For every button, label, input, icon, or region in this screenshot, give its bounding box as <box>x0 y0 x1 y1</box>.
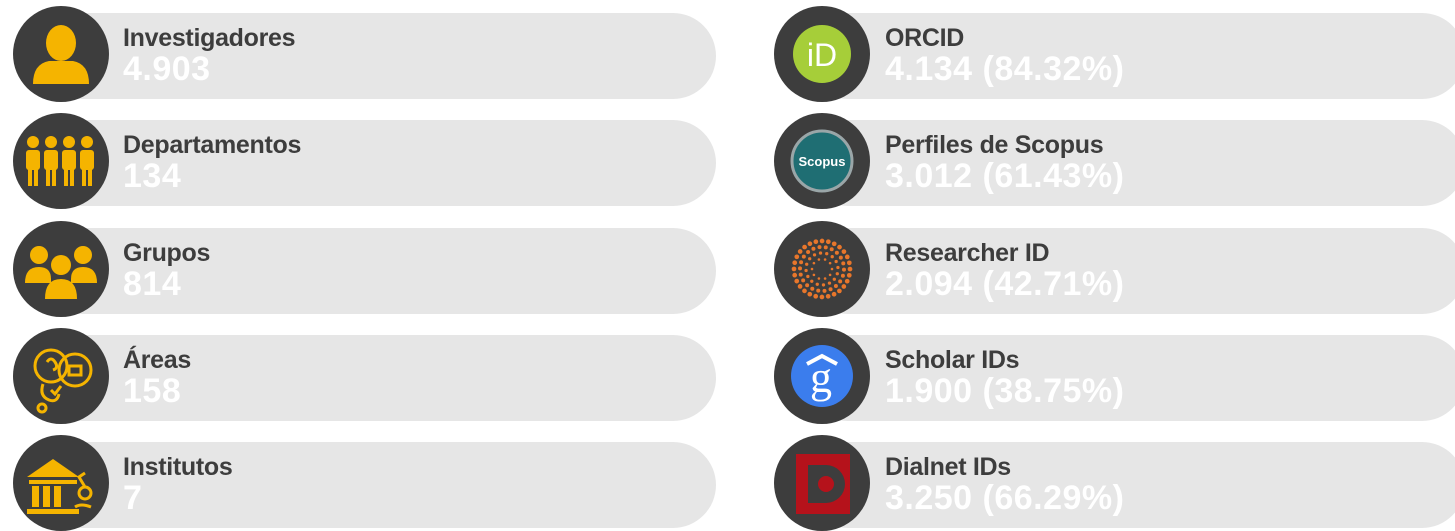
stat-title: Scholar IDs <box>885 346 1020 374</box>
stat-title: Investigadores <box>123 24 296 52</box>
stat-value: 158 <box>123 372 182 410</box>
institute-building-icon <box>13 435 109 531</box>
researcher-id-icon <box>774 221 870 317</box>
stat-value: 2.094 (42.71%) <box>885 265 1125 303</box>
orcid-icon: iD <box>774 6 870 102</box>
scopus-icon: Scopus <box>774 113 870 209</box>
stat-value: 7 <box>123 479 143 517</box>
stat-value: 3.012 (61.43%) <box>885 157 1125 195</box>
stat-title: Departamentos <box>123 131 302 159</box>
stat-title: Áreas <box>123 346 191 374</box>
stat-value: 814 <box>123 265 182 303</box>
scopus-icon-text: Scopus <box>799 154 846 169</box>
stat-title: Researcher ID <box>885 239 1050 267</box>
stat-title: Institutos <box>123 453 233 481</box>
dialnet-icon <box>774 435 870 531</box>
stat-value: 1.900 (38.75%) <box>885 372 1125 410</box>
stat-value: 3.250 (66.29%) <box>885 479 1125 517</box>
person-icon <box>13 6 109 102</box>
stat-value: 134 <box>123 157 182 195</box>
stat-title: Grupos <box>123 239 211 267</box>
stat-value: 4.134 (84.32%) <box>885 50 1125 88</box>
stat-title: Dialnet IDs <box>885 453 1011 481</box>
stat-value: 4.903 <box>123 50 211 88</box>
stat-title: Perfiles de Scopus <box>885 131 1104 159</box>
science-areas-icon <box>13 328 109 424</box>
group-icon <box>13 221 109 317</box>
google-scholar-icon: g <box>774 328 870 424</box>
orcid-icon-text: iD <box>807 37 837 73</box>
stat-title: ORCID <box>885 24 965 52</box>
people-row-icon <box>13 113 109 209</box>
